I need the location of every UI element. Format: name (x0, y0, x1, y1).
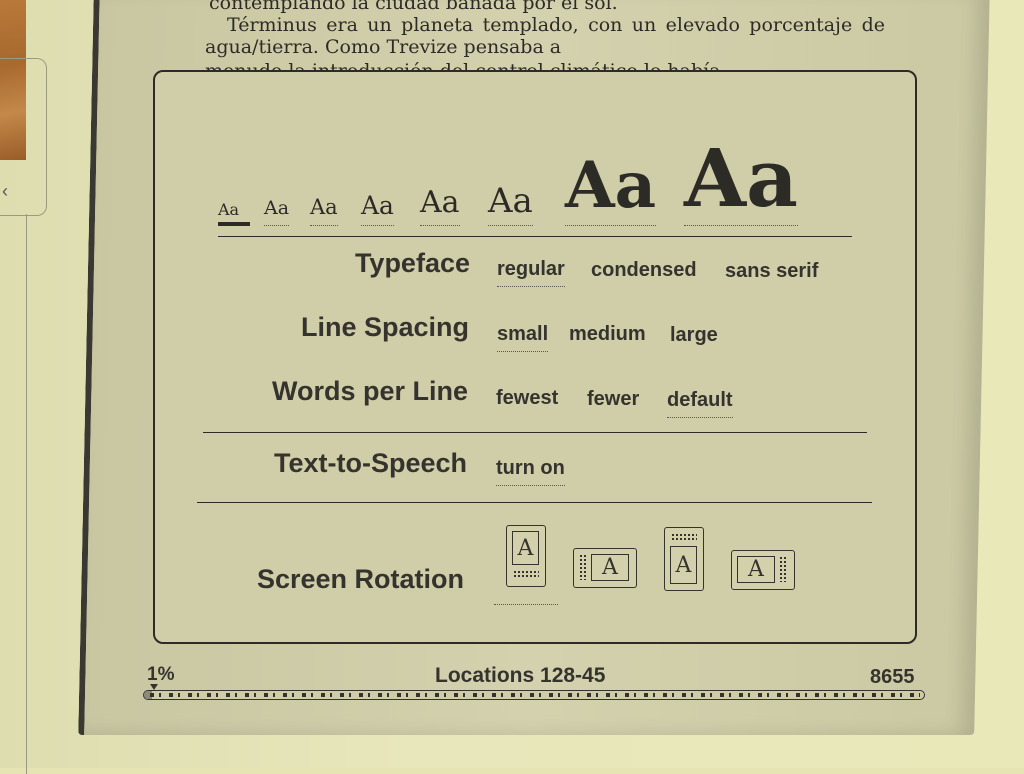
book-paragraph: Términus era un planeta templado, con un… (205, 14, 885, 58)
font-size-underline (310, 225, 338, 226)
font-size-sample: Aa (218, 200, 240, 219)
rotation-portrait-icon: A (512, 531, 539, 565)
divider (203, 432, 867, 433)
line-spacing-option-small[interactable]: small (497, 323, 549, 352)
font-size-sample: Aa (565, 148, 657, 223)
prev-page-button-lower[interactable] (0, 214, 27, 774)
book-line: contemplando la ciudad bañada por el sol… (209, 0, 618, 14)
prev-page-button[interactable]: ‹ (0, 58, 47, 216)
screen-rotation-label: Screen Rotation (256, 564, 464, 594)
total-locations: 8655 (870, 666, 915, 688)
font-size-option-3[interactable]: Aa (310, 195, 338, 226)
reading-progress-bar[interactable] (143, 690, 925, 700)
typeface-option-condensed[interactable]: condensed (591, 259, 697, 282)
font-size-option-2[interactable]: Aa (264, 197, 290, 226)
font-size-sample: Aa (264, 197, 290, 219)
rotation-portrait-button[interactable]: A (506, 525, 546, 587)
typeface-option-regular[interactable]: regular (497, 258, 565, 287)
keyboard-dots (579, 554, 587, 580)
divider (218, 236, 852, 237)
font-size-sample: Aa (310, 195, 338, 219)
typeface-label: Typeface (354, 248, 470, 278)
rotation-glyph: A (602, 555, 618, 580)
font-size-sample: Aa (684, 131, 798, 225)
rotation-glyph: A (517, 535, 534, 561)
keyboard-dots (671, 533, 697, 541)
font-size-option-8[interactable]: Aa (684, 138, 798, 226)
rotation-glyph: A (675, 552, 692, 578)
font-size-sample: Aa (420, 185, 460, 220)
rotation-portrait-inverted-icon: A (670, 546, 697, 584)
chevron-left-icon: ‹ (2, 181, 8, 201)
font-size-underline (684, 225, 798, 226)
text-to-speech-label: Text-to-Speech (273, 448, 467, 478)
keyboard-dots (513, 570, 539, 578)
rotation-landscape-right-icon: A (737, 556, 775, 583)
keyboard-dots (779, 556, 787, 582)
locations-readout: Locations 128-45 (435, 664, 606, 687)
words-per-line-option-fewest[interactable]: fewest (496, 387, 558, 410)
font-size-underline (218, 222, 250, 226)
typeface-option-sans-serif[interactable]: sans serif (725, 260, 818, 283)
font-size-option-1[interactable]: Aa (218, 200, 250, 226)
font-size-option-7[interactable]: Aa (565, 154, 657, 226)
divider (197, 502, 872, 503)
font-size-underline (488, 225, 533, 226)
font-size-sample: Aa (361, 191, 394, 220)
words-per-line-option-fewer[interactable]: fewer (587, 388, 639, 411)
font-size-option-4[interactable]: Aa (361, 191, 394, 226)
font-size-underline (565, 225, 657, 226)
text-to-speech-turn-on[interactable]: turn on (496, 457, 565, 486)
words-per-line-label: Words per Line (271, 376, 468, 406)
font-size-selector: Aa Aa Aa Aa Aa Aa Aa Aa (218, 130, 858, 230)
rotation-selected-indicator (494, 604, 558, 605)
rotation-landscape-right-button[interactable]: A (731, 550, 795, 590)
rotation-landscape-left-button[interactable]: A (573, 548, 637, 588)
rotation-glyph: A (748, 557, 764, 582)
line-spacing-label: Line Spacing (300, 312, 469, 342)
font-size-sample: Aa (488, 181, 533, 221)
line-spacing-option-medium[interactable]: medium (569, 323, 646, 346)
rotation-landscape-left-icon: A (591, 554, 629, 581)
words-per-line-option-default[interactable]: default (667, 389, 733, 418)
rotation-portrait-inverted-button[interactable]: A (664, 527, 704, 591)
font-size-option-5[interactable]: Aa (420, 185, 460, 226)
font-size-underline (361, 225, 394, 226)
line-spacing-option-large[interactable]: large (670, 324, 718, 347)
font-size-option-6[interactable]: Aa (488, 181, 533, 226)
font-size-underline (420, 225, 460, 226)
font-size-underline (264, 225, 290, 226)
reading-percent: 1% (147, 664, 175, 685)
chapter-ticks (150, 693, 920, 697)
